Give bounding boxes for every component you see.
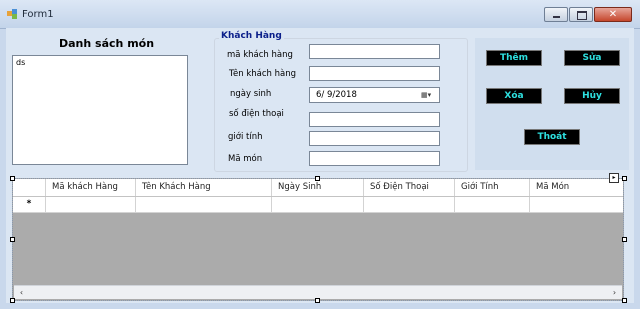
list-item[interactable]: ds [16, 58, 184, 67]
resize-handle[interactable] [622, 298, 627, 303]
window-title: Form1 [22, 9, 54, 20]
dob-label: ngày sinh [230, 89, 272, 99]
column-header-phone[interactable]: Số Điện Thoại [364, 179, 455, 196]
resize-handle[interactable] [10, 176, 15, 181]
gender-field[interactable] [309, 131, 440, 146]
maximize-button[interactable] [569, 7, 593, 22]
add-button[interactable]: Thêm [486, 50, 542, 66]
resize-handle[interactable] [622, 237, 627, 242]
grid-cell[interactable] [364, 197, 455, 213]
calendar-dropdown-icon[interactable]: ▦▾ [421, 90, 436, 100]
grid-cell[interactable] [455, 197, 530, 213]
menu-listbox[interactable]: ds [12, 55, 188, 165]
horizontal-scrollbar[interactable]: ‹ › [14, 285, 622, 299]
phone-label: số điện thoại [229, 109, 284, 119]
dob-value: 6/ 9/2018 [316, 90, 357, 100]
edit-button[interactable]: Sửa [564, 50, 620, 66]
resize-handle[interactable] [315, 298, 320, 303]
scroll-right-icon[interactable]: › [608, 287, 621, 298]
resize-handle[interactable] [10, 298, 15, 303]
scroll-left-icon[interactable]: ‹ [15, 287, 28, 298]
resize-handle[interactable] [622, 176, 627, 181]
customer-id-label: mã khách hàng [227, 50, 293, 60]
cancel-button[interactable]: Hủy [564, 88, 620, 104]
title-bar[interactable]: Form1 ✕ [0, 0, 640, 29]
column-header-dob[interactable]: Ngày Sinh [272, 179, 364, 196]
customer-id-field[interactable] [309, 44, 440, 59]
table-row[interactable]: * [13, 197, 623, 213]
grid-cell[interactable] [46, 197, 136, 213]
dish-code-field[interactable] [309, 151, 440, 166]
menu-list-title: Danh sách món [59, 37, 155, 50]
grid-cell[interactable] [530, 197, 623, 213]
column-header-customer-id[interactable]: Mã khách Hàng [46, 179, 136, 196]
grid-cell[interactable] [136, 197, 272, 213]
dob-datepicker[interactable]: 6/ 9/2018 ▦▾ [309, 87, 440, 103]
grid-header-row: Mã khách Hàng Tên Khách Hàng Ngày Sinh S… [13, 179, 623, 197]
dish-code-label: Mã món [228, 154, 263, 164]
customer-name-field[interactable] [309, 66, 440, 81]
new-row-marker: * [13, 197, 46, 213]
maximize-icon [577, 11, 587, 20]
resize-handle[interactable] [10, 237, 15, 242]
grid-cell[interactable] [272, 197, 364, 213]
row-header-corner [13, 179, 46, 196]
close-button[interactable]: ✕ [594, 7, 632, 22]
exit-button[interactable]: Thoát [524, 129, 580, 145]
phone-field[interactable] [309, 112, 440, 127]
delete-button[interactable]: Xóa [486, 88, 542, 104]
gender-label: giới tính [228, 132, 263, 142]
column-header-gender[interactable]: Giới Tính [455, 179, 530, 196]
resize-handle[interactable] [315, 176, 320, 181]
minimize-icon [553, 16, 560, 18]
app-icon [7, 9, 17, 19]
form-client-area: Danh sách món ds Khách Hàng mã khách hàn… [6, 28, 634, 303]
column-header-customer-name[interactable]: Tên Khách Hàng [136, 179, 272, 196]
customer-name-label: Tên khách hàng [229, 69, 296, 79]
customer-datagrid[interactable]: Mã khách Hàng Tên Khách Hàng Ngày Sinh S… [12, 178, 624, 301]
close-icon: ✕ [608, 9, 618, 20]
customer-group-legend: Khách Hàng [219, 31, 284, 41]
smart-tag-icon[interactable]: ▸ [609, 173, 619, 183]
minimize-button[interactable] [544, 7, 568, 22]
